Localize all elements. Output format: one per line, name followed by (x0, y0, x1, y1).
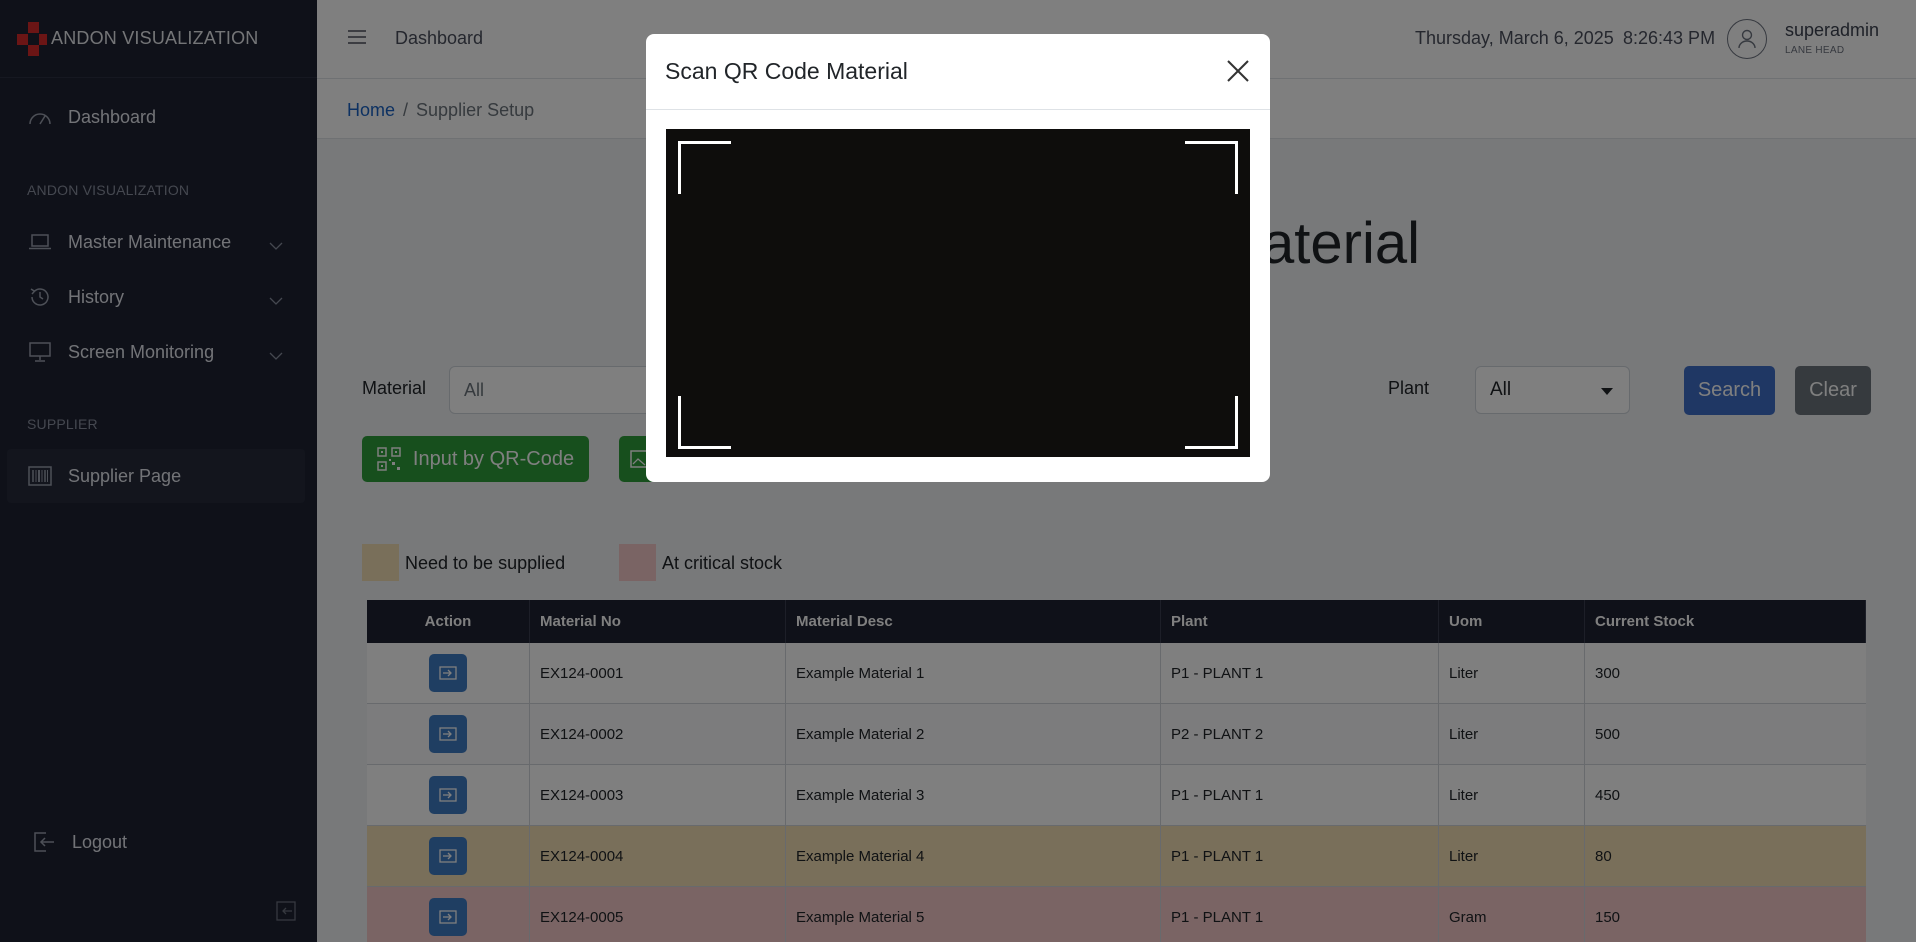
close-icon[interactable] (1226, 59, 1250, 88)
scan-qr-modal: Scan QR Code Material (646, 34, 1270, 482)
camera-viewfinder (666, 129, 1250, 457)
viewfinder-corner (1185, 141, 1238, 194)
modal-header: Scan QR Code Material (646, 34, 1270, 110)
viewfinder-corner (1185, 396, 1238, 449)
viewfinder-corner (678, 141, 731, 194)
viewfinder-corner (678, 396, 731, 449)
modal-title: Scan QR Code Material (665, 58, 908, 84)
